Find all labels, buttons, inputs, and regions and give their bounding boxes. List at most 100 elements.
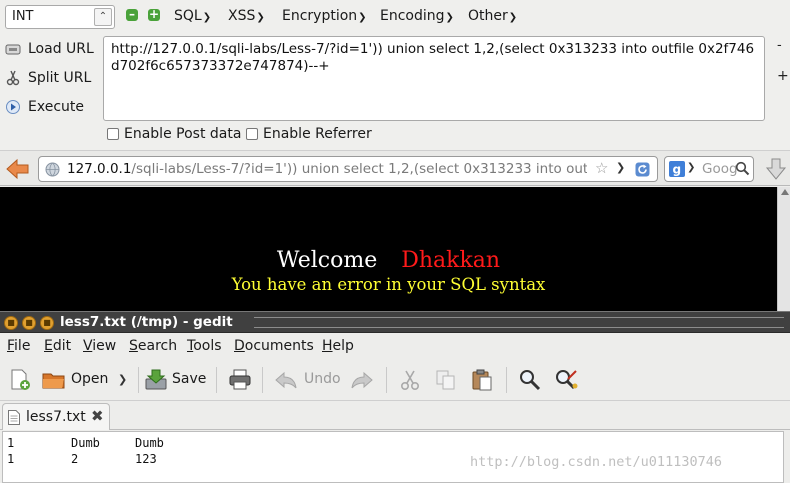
checkbox-box — [107, 128, 119, 140]
toolbar-separator — [138, 367, 139, 393]
print-icon[interactable] — [228, 369, 252, 391]
menu-tools[interactable]: Tools — [187, 338, 222, 354]
url-textarea[interactable]: http://127.0.0.1/sqli-labs/Less-7/?id=1'… — [103, 36, 765, 121]
address-text: 127.0.0.1/sqli-labs/Less-7/?id=1')) unio… — [67, 157, 587, 181]
checkbox-box — [246, 128, 258, 140]
close-tab-icon[interactable]: ✖ — [91, 407, 104, 425]
menu-encoding[interactable]: Encoding❯ — [380, 8, 454, 24]
find-icon[interactable] — [518, 369, 542, 391]
minimize-window-icon[interactable]: ■ — [22, 316, 36, 330]
find-replace-icon[interactable] — [554, 369, 578, 391]
open-recent-dropdown-icon[interactable]: ❯ — [118, 373, 127, 386]
new-document-icon[interactable] — [8, 369, 32, 391]
gedit-titlebar: ■ ■ ■ less7.txt (/tmp) - gedit — [0, 311, 790, 333]
menu-file[interactable]: File — [7, 338, 30, 354]
document-tab[interactable]: less7.txt ✖ — [2, 403, 110, 430]
execute-button[interactable]: Execute — [4, 94, 99, 120]
load-url-icon — [4, 40, 22, 58]
load-url-button[interactable]: Load URL — [4, 36, 99, 62]
url-host: 127.0.0.1 — [67, 161, 132, 177]
minus-icon[interactable]: – — [126, 8, 138, 21]
menu-xss[interactable]: XSS❯ — [228, 8, 265, 24]
execute-icon — [4, 98, 22, 116]
site-globe-icon — [45, 162, 60, 181]
engine-dropdown-icon[interactable]: ❯ — [687, 162, 695, 173]
textarea-grow-button[interactable]: + — [777, 68, 789, 84]
execute-label: Execute — [28, 99, 84, 115]
welcome-text: Welcome — [276, 248, 378, 273]
screen: INT ⌃ – + SQL❯ XSS❯ Encryption❯ Encoding… — [0, 0, 790, 483]
plus-icon[interactable]: + — [148, 8, 160, 21]
chevron-down-icon: ❯ — [358, 12, 367, 23]
open-button[interactable]: Open — [71, 371, 108, 387]
user-name: Dhakkan — [401, 248, 501, 273]
menu-sql[interactable]: SQL❯ — [174, 8, 211, 24]
split-url-button[interactable]: Split URL — [4, 65, 99, 91]
cut-icon[interactable] — [398, 369, 422, 391]
hackbar-panel: INT ⌃ – + SQL❯ XSS❯ Encryption❯ Encoding… — [0, 0, 790, 150]
paste-icon[interactable] — [470, 369, 494, 391]
hackbar-menu: INT ⌃ – + SQL❯ XSS❯ Encryption❯ Encoding… — [0, 0, 790, 34]
web-page-content: Welcome Dhakkan You have an error in your… — [0, 187, 777, 311]
url-path: /sqli-labs/Less-7/?id=1')) union select … — [131, 161, 587, 177]
svg-text:g: g — [673, 163, 682, 177]
page-scrollbar[interactable] — [777, 187, 790, 311]
select-arrows-icon: ⌃ — [94, 8, 112, 26]
load-url-label: Load URL — [28, 41, 94, 57]
document-tabs: less7.txt ✖ — [0, 402, 790, 430]
redo-icon[interactable] — [350, 369, 374, 391]
toolbar-separator — [506, 367, 507, 393]
injection-type-value: INT — [12, 9, 34, 24]
toolbar-separator — [386, 367, 387, 393]
chevron-down-icon: ❯ — [508, 12, 518, 23]
split-url-label: Split URL — [28, 70, 92, 86]
editor-line: 1 2 123 — [7, 452, 157, 466]
titlebar-decoration — [254, 317, 784, 328]
injection-type-select[interactable]: INT ⌃ — [5, 5, 115, 29]
menu-edit[interactable]: Edit — [44, 338, 71, 354]
enable-post-label: Enable Post data — [124, 126, 242, 142]
document-tab-label: less7.txt — [26, 409, 86, 425]
address-bar[interactable]: 127.0.0.1/sqli-labs/Less-7/?id=1')) unio… — [38, 156, 658, 182]
close-window-icon[interactable]: ■ — [4, 316, 18, 330]
save-icon[interactable] — [144, 369, 168, 391]
search-icon[interactable] — [735, 161, 750, 180]
menu-documents[interactable]: Documents — [234, 338, 314, 354]
undo-button[interactable]: Undo — [304, 371, 341, 387]
window-title: less7.txt (/tmp) - gedit — [60, 314, 233, 330]
google-engine-icon[interactable]: g — [669, 161, 685, 181]
undo-icon[interactable] — [274, 369, 298, 391]
sql-error-message: You have an error in your SQL syntax — [231, 275, 546, 294]
chevron-down-icon: ❯ — [256, 12, 265, 23]
enable-referrer-checkbox[interactable]: Enable Referrer — [246, 126, 372, 142]
bookmark-star-icon[interactable]: ☆ — [595, 159, 608, 177]
maximize-window-icon[interactable]: ■ — [40, 316, 54, 330]
search-bar[interactable]: g ❯ Goog — [664, 156, 754, 182]
back-arrow-icon[interactable] — [5, 157, 31, 181]
menu-encryption[interactable]: Encryption❯ — [282, 8, 367, 24]
menu-view[interactable]: View — [83, 338, 116, 354]
welcome-heading: Welcome Dhakkan — [0, 248, 777, 273]
search-input[interactable]: Goog — [702, 161, 738, 177]
copy-icon[interactable] — [434, 369, 458, 391]
chevron-down-icon: ❯ — [445, 12, 454, 23]
enable-post-checkbox[interactable]: Enable Post data — [107, 126, 241, 142]
menu-other[interactable]: Other❯ — [468, 8, 517, 24]
menu-search[interactable]: Search — [129, 338, 177, 354]
gedit-menubar: File Edit View Search Tools Documents He… — [0, 334, 790, 358]
toolbar-separator — [216, 367, 217, 393]
textarea-shrink-button[interactable]: - — [777, 38, 782, 53]
gedit-toolbar: Open ❯ Save Undo — [0, 359, 790, 401]
scroll-up-arrow-icon[interactable] — [781, 189, 789, 195]
history-dropdown-icon[interactable]: ❯ — [616, 161, 625, 174]
open-folder-icon[interactable] — [42, 369, 66, 391]
scissors-icon — [4, 69, 22, 87]
reload-icon[interactable] — [635, 162, 650, 181]
menu-help[interactable]: Help — [322, 338, 354, 354]
editor-line: 1 Dumb Dumb — [7, 436, 164, 450]
chevron-down-icon: ❯ — [202, 12, 212, 23]
save-button[interactable]: Save — [172, 371, 206, 387]
download-arrow-icon[interactable] — [765, 157, 787, 181]
text-document-icon — [8, 410, 20, 425]
toolbar-separator — [262, 367, 263, 393]
